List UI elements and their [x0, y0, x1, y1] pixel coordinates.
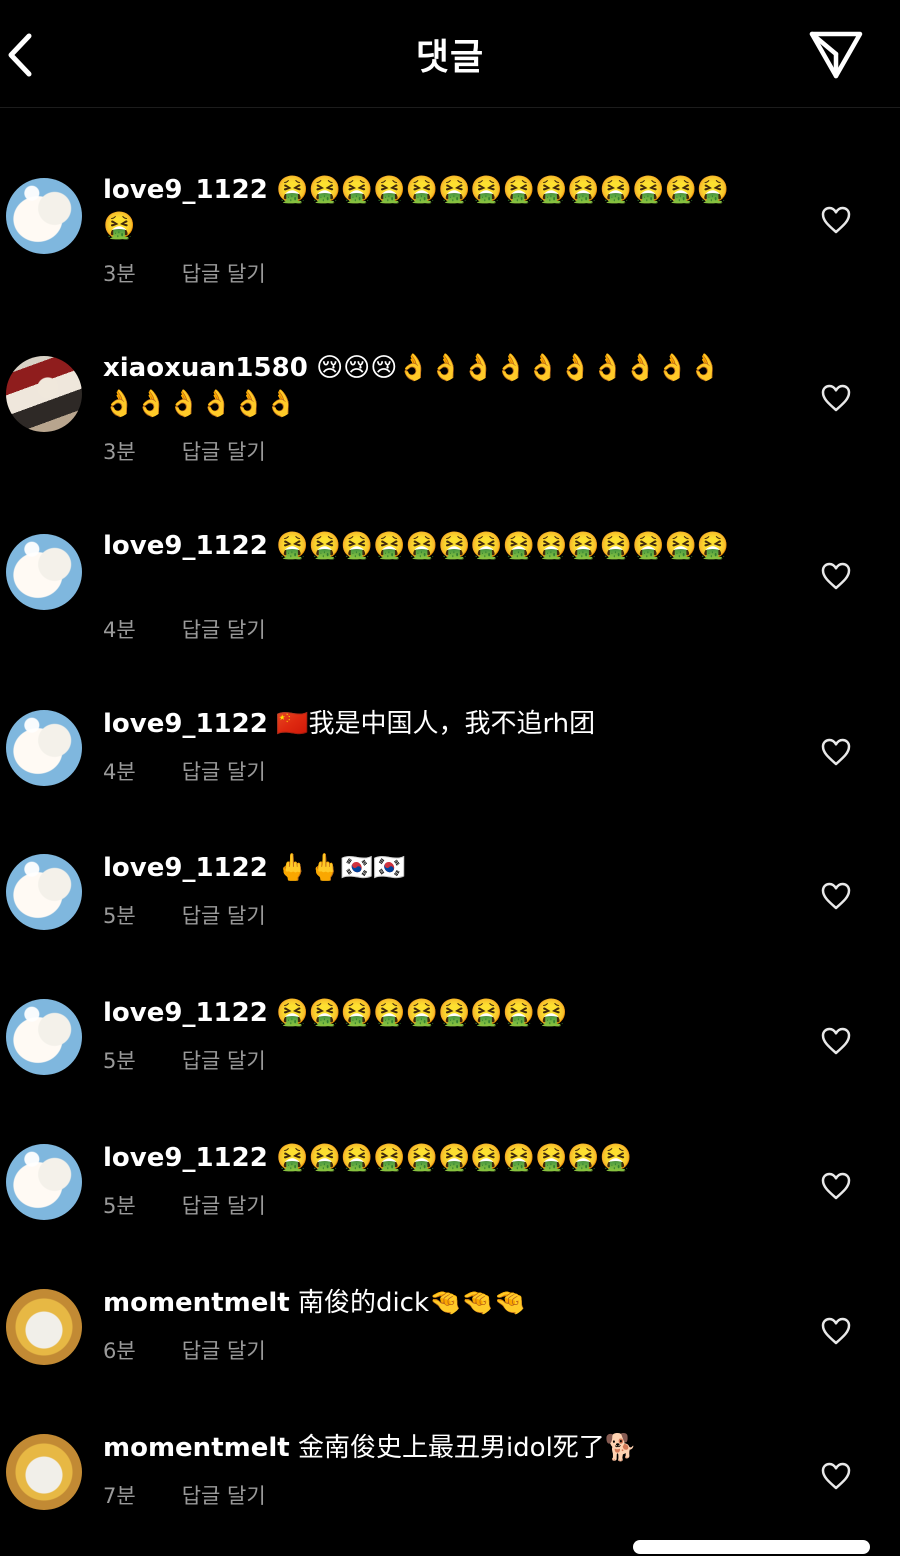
comment-time: 5분 [103, 1194, 136, 1218]
comment-body: love9_1122 🖕🖕🇰🇷🇰🇷 [103, 850, 753, 886]
comment-text: 🖕🖕🇰🇷🇰🇷 [276, 853, 406, 883]
avatar[interactable] [6, 1144, 82, 1220]
comment-meta: 3분 답글 달기 [103, 258, 266, 288]
comment-time: 3분 [103, 440, 136, 464]
comment-meta: 3분 답글 달기 [103, 436, 266, 466]
share-button[interactable] [808, 28, 864, 84]
comment-username[interactable]: love9_1122 [103, 853, 268, 883]
comment-username[interactable]: love9_1122 [103, 175, 268, 205]
heart-icon[interactable] [820, 1170, 852, 1202]
comment-username[interactable]: love9_1122 [103, 998, 268, 1028]
comment-body: love9_1122 🤮🤮🤮🤮🤮🤮🤮🤮🤮🤮🤮🤮🤮🤮🤮 [103, 172, 753, 244]
heart-icon[interactable] [820, 1025, 852, 1057]
paper-plane-icon [809, 31, 863, 79]
comment-meta: 5분 답글 달기 [103, 1190, 266, 1220]
heart-icon[interactable] [820, 382, 852, 414]
heart-icon[interactable] [820, 880, 852, 912]
avatar[interactable] [6, 178, 82, 254]
comment-meta: 5분 답글 달기 [103, 900, 266, 930]
comment-time: 4분 [103, 760, 136, 784]
avatar[interactable] [6, 854, 82, 930]
comment-body: love9_1122 🤮🤮🤮🤮🤮🤮🤮🤮🤮🤮🤮 [103, 1140, 753, 1176]
comment-username[interactable]: momentmelt [103, 1288, 290, 1318]
heart-icon[interactable] [820, 560, 852, 592]
comment-body: xiaoxuan1580 😢😢😢👌👌👌👌👌👌👌👌👌👌👌👌👌👌👌👌 [103, 350, 753, 422]
comment-body: love9_1122 🇨🇳我是中国人，我不追rh团 [103, 706, 753, 742]
reply-button[interactable]: 답글 달기 [182, 904, 266, 928]
reply-button[interactable]: 답글 달기 [182, 262, 266, 286]
reply-button[interactable]: 답글 달기 [182, 1049, 266, 1073]
comment-text: 金南俊史上最丑男idol死了🐕 [297, 1433, 638, 1463]
comment-meta: 4분 답글 달기 [103, 614, 266, 644]
avatar[interactable] [6, 710, 82, 786]
comment-meta: 4분 답글 달기 [103, 756, 266, 786]
avatar[interactable] [6, 1289, 82, 1365]
comment-body: momentmelt 金南俊史上最丑男idol死了🐕 [103, 1430, 753, 1466]
comment-time: 3분 [103, 262, 136, 286]
page-title: 댓글 [415, 37, 485, 78]
comment-username[interactable]: love9_1122 [103, 531, 268, 561]
avatar[interactable] [6, 999, 82, 1075]
comment-text: 🇨🇳我是中国人，我不追rh团 [276, 709, 596, 739]
comment-time: 7분 [103, 1484, 136, 1508]
comment-username[interactable]: love9_1122 [103, 1143, 268, 1173]
avatar[interactable] [6, 534, 82, 610]
heart-icon[interactable] [820, 1460, 852, 1492]
comment-body: love9_1122 🤮🤮🤮🤮🤮🤮🤮🤮🤮🤮🤮🤮🤮🤮 [103, 528, 753, 564]
comment-body: momentmelt 南俊的dick🤏🤏🤏 [103, 1285, 753, 1321]
comment-time: 5분 [103, 904, 136, 928]
heart-icon[interactable] [820, 736, 852, 768]
comment-text: 🤮🤮🤮🤮🤮🤮🤮🤮🤮🤮🤮 [276, 1143, 633, 1173]
comment-time: 6분 [103, 1339, 136, 1363]
reply-button[interactable]: 답글 달기 [182, 1484, 266, 1508]
comment-username[interactable]: xiaoxuan1580 [103, 353, 308, 383]
comment-text: 🤮🤮🤮🤮🤮🤮🤮🤮🤮 [276, 998, 568, 1028]
heart-icon[interactable] [820, 1315, 852, 1347]
avatar[interactable] [6, 1434, 82, 1510]
reply-button[interactable]: 답글 달기 [182, 760, 266, 784]
avatar[interactable] [6, 356, 82, 432]
comment-meta: 7분 답글 달기 [103, 1480, 266, 1510]
comment-meta: 5분 답글 달기 [103, 1045, 266, 1075]
comment-meta: 6분 답글 달기 [103, 1335, 266, 1365]
comment-text: 南俊的dick🤏🤏🤏 [297, 1288, 527, 1318]
reply-button[interactable]: 답글 달기 [182, 618, 266, 642]
reply-button[interactable]: 답글 달기 [182, 1194, 266, 1218]
reply-button[interactable]: 답글 달기 [182, 440, 266, 464]
comment-body: love9_1122 🤮🤮🤮🤮🤮🤮🤮🤮🤮 [103, 995, 753, 1031]
top-bar: 댓글 [0, 0, 900, 108]
home-indicator[interactable] [633, 1540, 870, 1554]
comment-time: 5분 [103, 1049, 136, 1073]
reply-button[interactable]: 답글 달기 [182, 1339, 266, 1363]
heart-icon[interactable] [820, 204, 852, 236]
comment-username[interactable]: momentmelt [103, 1433, 290, 1463]
comment-text: 🤮🤮🤮🤮🤮🤮🤮🤮🤮🤮🤮🤮🤮🤮 [276, 531, 730, 561]
comment-time: 4분 [103, 618, 136, 642]
comment-username[interactable]: love9_1122 [103, 709, 268, 739]
